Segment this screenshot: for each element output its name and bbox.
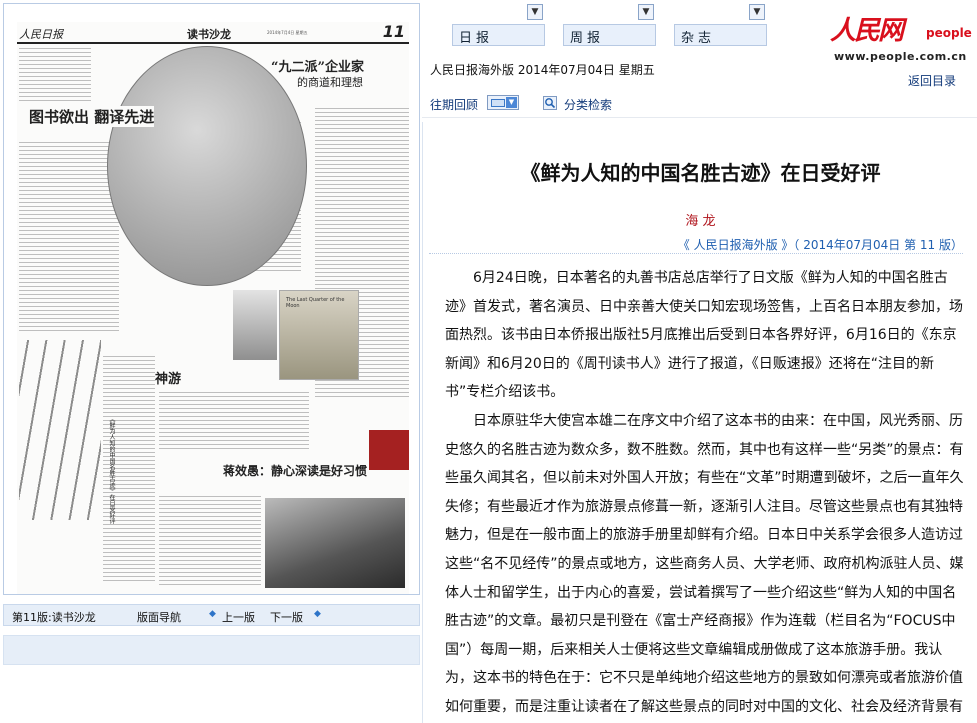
search-icon[interactable]: [543, 96, 557, 110]
book-cover-image: The Last Quarter of the Moon: [279, 290, 359, 380]
article-author: 海 龙: [685, 214, 716, 229]
newspaper-headline-bottom: 蒋效愚：静心深读是好习惯: [223, 464, 368, 478]
edition-date: 人民日报海外版 2014年07月04日 星期五: [430, 63, 655, 77]
newspaper-headline-small: 神游: [155, 372, 182, 387]
category-search-link[interactable]: 分类检索: [564, 96, 612, 113]
chevron-down-icon[interactable]: ▼: [638, 4, 654, 20]
article-source[interactable]: 《 人民日报海外版 》（ 2014年07月04日 第 11 版）: [429, 232, 963, 254]
article-paragraph: 6月24日晚，日本著名的丸善书店总店举行了日文版《鲜为人知的中国名胜古迹》首发式…: [445, 270, 963, 401]
newspaper-header: 人民日报 读书沙龙 2014年7月4日 星期五 11: [17, 22, 409, 44]
text-column: [19, 48, 91, 102]
people-logo[interactable]: 人民网 people www.people.com.cn: [830, 10, 972, 70]
article-paragraph: 日本原驻华大使宫本雄二在序文中介绍了这本书的由来：在中国，风光秀丽、历史悠久的名…: [445, 412, 964, 715]
weekly-selector[interactable]: ▼ 周报: [563, 4, 656, 46]
prev-page-link[interactable]: 上一版: [222, 609, 255, 625]
portrait-photo: [233, 290, 277, 360]
daily-selector[interactable]: ▼ 日报: [452, 4, 545, 46]
newspaper-masthead: 人民日报: [19, 28, 63, 41]
chevron-down-icon: ▼: [506, 97, 517, 108]
newspaper-headline-round: “九二派”企业家: [271, 60, 364, 75]
logo-en: people: [926, 26, 972, 40]
logo-cn: 人民网: [830, 16, 904, 46]
newspaper-headline-main: 图书欲出 翻译先进: [29, 106, 155, 127]
footer-panel: [3, 635, 420, 665]
past-issues-dropdown[interactable]: ▼: [487, 95, 519, 110]
top-band: ▼ 日报 ▼ 周报 ▼ 杂志 人民网 people www.people.com…: [422, 0, 977, 90]
chevron-down-icon[interactable]: ▼: [749, 4, 765, 20]
past-issues-label[interactable]: 往期回顾: [430, 96, 478, 113]
site-url: www.people.com.cn: [834, 50, 967, 63]
newspaper-page: 人民日报 读书沙龙 2014年7月4日 星期五 11 “九二派”企业家 的商道和…: [17, 22, 409, 594]
calendar-icon: [491, 99, 505, 107]
magazine-selector[interactable]: ▼ 杂志: [674, 4, 767, 46]
next-arrow-icon: ◆: [314, 609, 321, 619]
page: 人民日报 读书沙龙 2014年7月4日 星期五 11 “九二派”企业家 的商道和…: [0, 0, 977, 723]
article-body: 6月24日晚，日本著名的丸善书店总店举行了日文版《鲜为人知的中国名胜古迹》首发式…: [445, 264, 965, 723]
daily-select-box[interactable]: 日报: [452, 24, 545, 46]
next-page-link[interactable]: 下一版: [270, 609, 303, 625]
interview-photo: [265, 498, 405, 588]
prev-arrow-icon: ◆: [209, 609, 216, 619]
circular-feature-photo: [107, 46, 307, 286]
newspaper-headline-vertical: 《鲜为人知的中国名胜古迹》在日受好评: [108, 416, 115, 524]
newspaper-page-image[interactable]: 人民日报 读书沙龙 2014年7月4日 星期五 11 “九二派”企业家 的商道和…: [3, 3, 420, 595]
toolbar: 往期回顾 ▼ 分类检索: [422, 90, 977, 118]
article-title: 《鲜为人知的中国名胜古迹》在日受好评: [520, 161, 881, 185]
chevron-down-icon[interactable]: ▼: [527, 4, 543, 20]
text-column: [159, 392, 309, 452]
back-to-contents-link[interactable]: 返回目录: [908, 72, 956, 89]
magazine-select-box[interactable]: 杂志: [674, 24, 767, 46]
page-navigation-bar: 第11版:读书沙龙 版面导航 ◆ 上一版 下一版 ◆: [3, 604, 420, 626]
weekly-select-box[interactable]: 周报: [563, 24, 656, 46]
newspaper-section: 读书沙龙: [187, 28, 231, 41]
newspaper-pane: 人民日报 读书沙龙 2014年7月4日 星期五 11 “九二派”企业家 的商道和…: [0, 0, 422, 723]
newspaper-page-number: 11: [382, 22, 405, 41]
column-badge: [369, 430, 409, 470]
article-pane: ▼ 日报 ▼ 周报 ▼ 杂志 人民网 people www.people.com…: [422, 0, 977, 723]
newspaper-date: 2014年7月4日 星期五: [267, 30, 308, 35]
newspaper-headline-round-sub: 的商道和理想: [297, 76, 363, 89]
current-page-link[interactable]: 第11版:读书沙龙: [12, 609, 96, 625]
calligraphy-artwork: [19, 340, 101, 520]
article: 《鲜为人知的中国名胜古迹》在日受好评 海 龙 《 人民日报海外版 》（ 2014…: [422, 122, 977, 723]
text-column: [19, 142, 119, 332]
text-column: [159, 496, 261, 588]
book-cover-title: The Last Quarter of the Moon: [286, 297, 345, 309]
page-guide-link[interactable]: 版面导航: [137, 609, 181, 625]
